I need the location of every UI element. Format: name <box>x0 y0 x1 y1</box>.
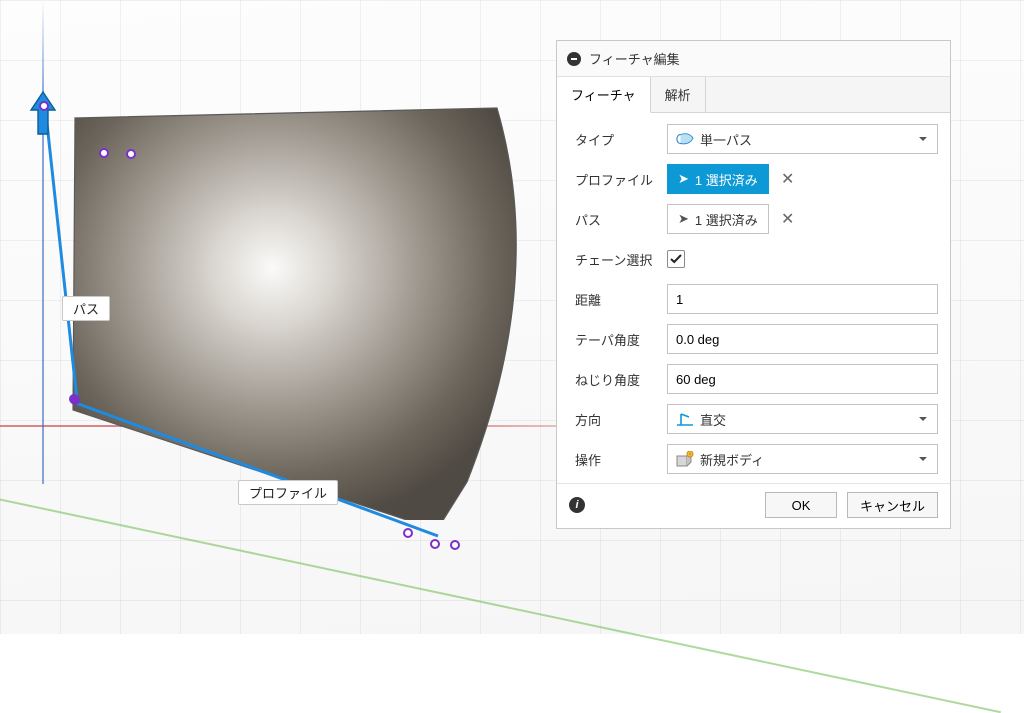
row-direction: 方向 直交 <box>575 399 938 439</box>
cursor-icon: ➤ <box>678 211 689 227</box>
row-chain: チェーン選択 <box>575 239 938 279</box>
type-dropdown[interactable]: 単一パス <box>667 124 938 154</box>
sweep-single-path-icon <box>676 132 694 146</box>
cancel-button[interactable]: キャンセル <box>847 492 938 518</box>
panel-title: フィーチャ編集 <box>589 49 680 68</box>
node-profile-end[interactable] <box>450 540 460 550</box>
label-taper: テーパ角度 <box>575 330 661 349</box>
node-profile-2[interactable] <box>403 528 413 538</box>
ok-button[interactable]: OK <box>765 492 837 518</box>
new-body-icon <box>676 452 694 466</box>
profile-label-tag: プロファイル <box>238 480 338 505</box>
chain-checkbox[interactable] <box>667 250 685 268</box>
panel-title-bar: フィーチャ編集 <box>557 41 950 77</box>
label-chain: チェーン選択 <box>575 250 661 269</box>
taper-input[interactable] <box>667 324 938 354</box>
row-type: タイプ 単一パス <box>575 119 938 159</box>
label-profile: プロファイル <box>575 170 661 189</box>
node-handle-2[interactable] <box>126 149 136 159</box>
row-twist: ねじり角度 <box>575 359 938 399</box>
arrow-z-manipulator[interactable] <box>29 90 57 136</box>
feature-edit-panel: フィーチャ編集 フィーチャ 解析 タイプ 単一パス プロファイル ➤ 1 <box>556 40 951 529</box>
path-selection-text: 1 選択済み <box>695 210 758 229</box>
row-path: パス ➤ 1 選択済み ✕ <box>575 199 938 239</box>
type-value: 単一パス <box>700 130 752 149</box>
path-label-tag: パス <box>62 296 110 321</box>
profile-selection[interactable]: ➤ 1 選択済み <box>667 164 769 194</box>
operation-dropdown[interactable]: 新規ボディ <box>667 444 938 474</box>
node-handle-1[interactable] <box>99 148 109 158</box>
profile-selection-text: 1 選択済み <box>695 170 758 189</box>
cursor-icon: ➤ <box>678 171 689 187</box>
operation-value: 新規ボディ <box>700 450 764 469</box>
panel-footer: i OK キャンセル <box>557 483 950 528</box>
label-twist: ねじり角度 <box>575 370 661 389</box>
label-path: パス <box>575 210 661 229</box>
panel-tabs: フィーチャ 解析 <box>557 77 950 113</box>
tab-analysis[interactable]: 解析 <box>651 77 706 112</box>
twist-input[interactable] <box>667 364 938 394</box>
row-operation: 操作 新規ボディ <box>575 439 938 479</box>
path-edge[interactable] <box>35 105 81 400</box>
distance-input[interactable] <box>667 284 938 314</box>
direction-value: 直交 <box>700 410 726 429</box>
clear-path-button[interactable]: ✕ <box>777 209 799 229</box>
clear-profile-button[interactable]: ✕ <box>777 169 799 189</box>
row-distance: 距離 <box>575 279 938 319</box>
info-icon[interactable]: i <box>569 497 585 513</box>
label-type: タイプ <box>575 130 661 149</box>
profile-edge[interactable] <box>48 381 483 546</box>
label-direction: 方向 <box>575 410 661 429</box>
panel-body: タイプ 単一パス プロファイル ➤ 1 選択済み ✕ パス <box>557 113 950 483</box>
label-operation: 操作 <box>575 450 661 469</box>
node-corner-fill <box>69 394 79 404</box>
tab-feature[interactable]: フィーチャ <box>557 77 651 113</box>
row-taper: テーパ角度 <box>575 319 938 359</box>
perpendicular-icon <box>676 412 694 426</box>
node-top-path[interactable] <box>39 101 49 111</box>
node-profile-3[interactable] <box>430 539 440 549</box>
collapse-icon[interactable] <box>567 52 581 66</box>
row-profile: プロファイル ➤ 1 選択済み ✕ <box>575 159 938 199</box>
label-distance: 距離 <box>575 290 661 309</box>
path-selection[interactable]: ➤ 1 選択済み <box>667 204 769 234</box>
direction-dropdown[interactable]: 直交 <box>667 404 938 434</box>
